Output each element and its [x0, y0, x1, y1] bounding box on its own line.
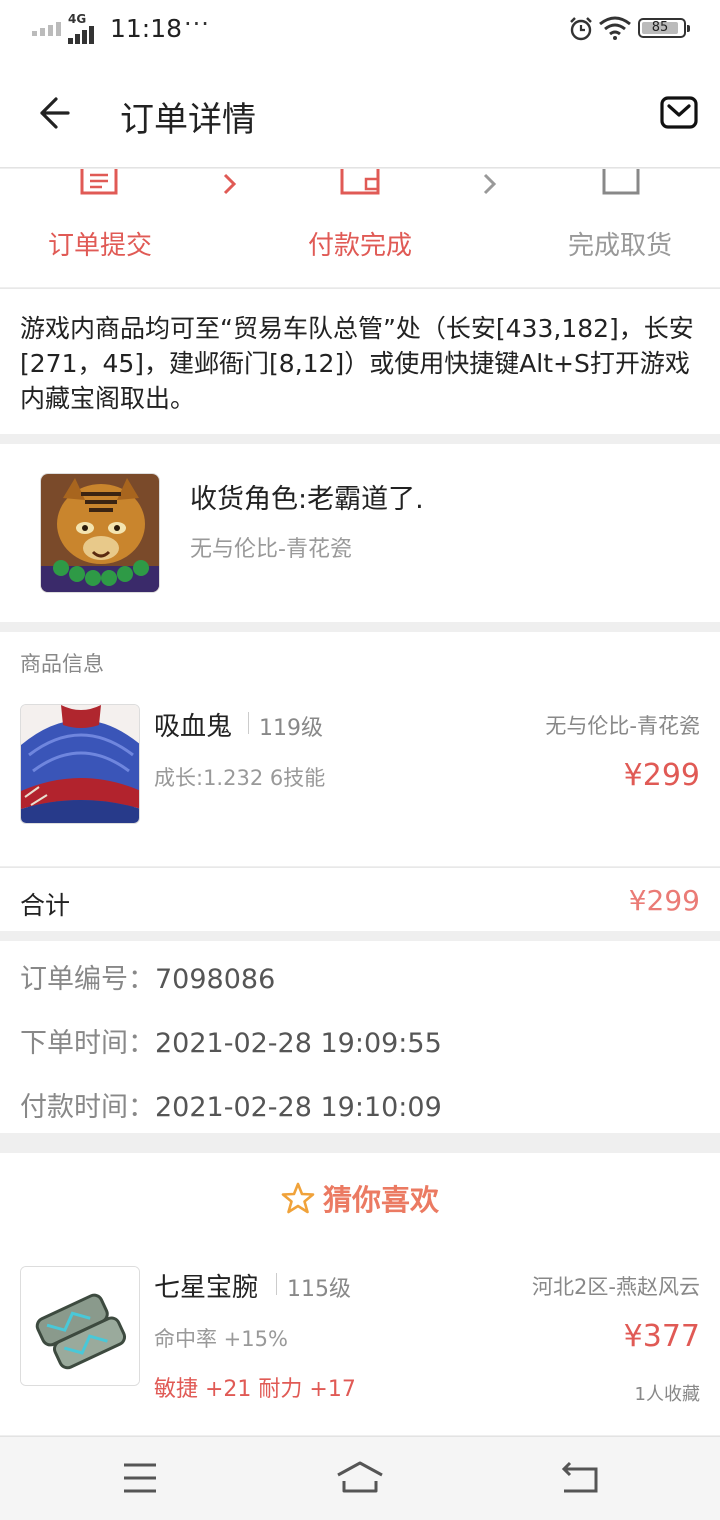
receiver-card: 收货角色:老霸道了. 无与伦比-青花瓷	[0, 444, 720, 622]
system-nav-bar	[0, 1436, 720, 1520]
signal-icon	[32, 22, 61, 36]
item-name[interactable]: 吸血鬼	[154, 706, 232, 743]
order-created-time: 2021-02-28 19:09:55	[155, 1028, 442, 1059]
order-paid-label: 付款时间：	[20, 1092, 155, 1123]
item-server: 无与伦比-青花瓷	[545, 714, 700, 738]
back-icon[interactable]	[550, 1455, 610, 1501]
rec-item-name[interactable]: 七星宝腕	[154, 1267, 258, 1304]
recommendations-title: 猜你喜欢	[0, 1177, 720, 1219]
order-progress: 订单提交 付款完成 完成取货	[0, 169, 720, 287]
total-price: ¥299	[628, 884, 700, 917]
mail-icon[interactable]	[660, 96, 698, 130]
mobile-network-icon: 4G	[66, 12, 102, 44]
step-label-submit: 订单提交	[47, 231, 152, 261]
step-label-pickup: 完成取货	[567, 231, 672, 261]
rec-item-server: 河北2区-燕赵风云	[532, 1275, 700, 1299]
status-more-indicator: ···	[184, 10, 210, 38]
wallet-icon	[340, 169, 380, 195]
receiver-server: 无与伦比-青花瓷	[190, 537, 352, 562]
order-paid-row: 付款时间：2021-02-28 19:10:09	[20, 1085, 442, 1124]
item-attributes: 成长:1.232 6技能	[154, 766, 326, 790]
order-info-section: 订单编号：7098086 下单时间：2021-02-28 19:09:55 付款…	[0, 941, 720, 1133]
network-label: 4G	[68, 12, 87, 26]
alarm-icon	[570, 17, 592, 41]
rec-item-attr2: 敏捷 +21 耐力 +17	[154, 1377, 356, 1402]
battery-icon: 85	[638, 18, 690, 38]
goods-info-section: 商品信息 吸血鬼 119级 无与伦比-青花瓷 成长:1.232 6技能 ¥299	[0, 632, 720, 866]
order-number: 7098086	[155, 964, 276, 995]
pickup-notice-text: 游戏内商品均可至“贸易车队总管”处（长安[433,182]，长安[271，45]…	[20, 314, 694, 413]
character-avatar	[40, 473, 160, 593]
status-time: 11:18	[110, 14, 183, 43]
receiver-role: 收货角色:老霸道了.	[190, 484, 424, 515]
total-label: 合计	[20, 891, 71, 920]
star-icon	[281, 1182, 315, 1214]
pickup-notice: 游戏内商品均可至“贸易车队总管”处（长安[433,182]，长安[271，45]…	[0, 288, 720, 434]
item-price: ¥299	[623, 758, 700, 793]
chevron-right-icon	[223, 173, 237, 195]
order-number-row: 订单编号：7098086	[20, 957, 275, 996]
item-level: 119级	[259, 716, 323, 741]
order-submit-icon	[80, 169, 118, 195]
divider	[276, 1273, 277, 1295]
battery-level: 85	[651, 20, 669, 35]
chevron-right-icon	[483, 173, 497, 195]
section-title: 商品信息	[20, 652, 104, 676]
recommendations-section: 猜你喜欢 七星宝腕 115级 河北2区-燕赵风云 命中率 +15% ¥377 敏…	[0, 1153, 720, 1435]
order-created-row: 下单时间：2021-02-28 19:09:55	[20, 1021, 442, 1060]
item-thumbnail[interactable]	[20, 704, 140, 824]
page-title: 订单详情	[120, 100, 256, 140]
package-icon	[602, 169, 640, 195]
wifi-icon	[599, 16, 631, 40]
order-number-label: 订单编号：	[20, 964, 155, 995]
rec-item-attr1: 命中率 +15%	[154, 1327, 288, 1351]
divider	[248, 712, 249, 734]
rec-item-thumbnail[interactable]	[20, 1266, 140, 1386]
menu-icon[interactable]	[110, 1455, 170, 1501]
order-created-label: 下单时间：	[20, 1028, 155, 1059]
status-bar: 4G 11:18 ··· 85	[0, 0, 720, 58]
step-label-paid: 付款完成	[307, 231, 412, 261]
total-row: 合计 ¥299	[0, 867, 720, 931]
home-icon[interactable]	[330, 1455, 390, 1501]
rec-item-level: 115级	[287, 1277, 351, 1302]
title-bar: 订单详情	[0, 58, 720, 168]
recommendations-title-text: 猜你喜欢	[322, 1183, 439, 1217]
rec-item-price: ¥377	[623, 1319, 700, 1354]
rec-item-favorites: 1人收藏	[634, 1384, 700, 1405]
order-paid-time: 2021-02-28 19:10:09	[155, 1092, 442, 1123]
back-arrow-icon[interactable]	[28, 88, 84, 138]
